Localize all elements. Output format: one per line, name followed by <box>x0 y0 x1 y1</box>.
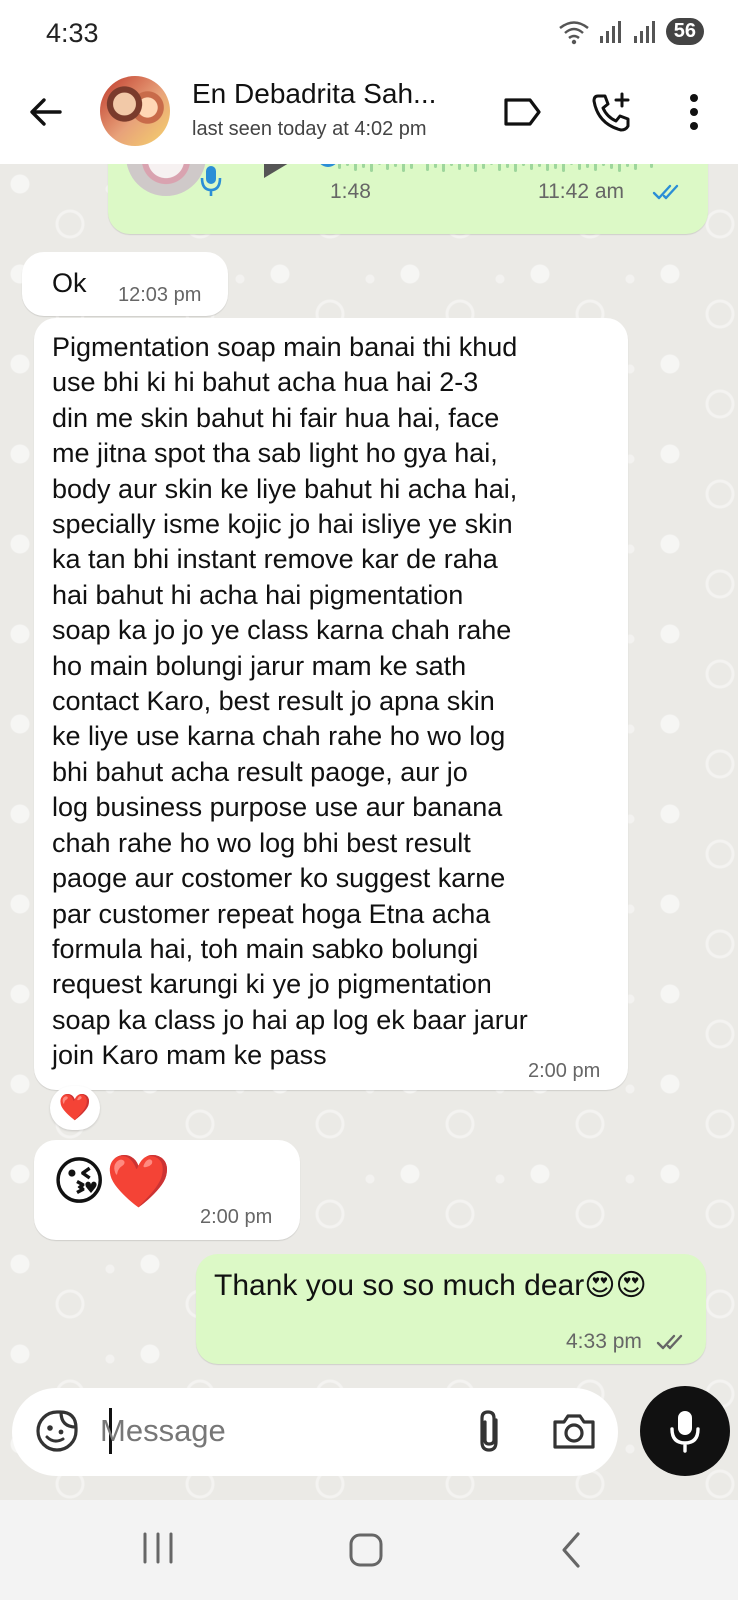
battery-indicator: 56 <box>665 18 704 45</box>
chat-area[interactable]: 1:48 11:42 am Ok 12:03 pm Pigmentation s… <box>0 164 738 1500</box>
microphone-icon <box>670 1411 700 1453</box>
audio-waveform[interactable] <box>330 164 738 172</box>
sticker-icon[interactable] <box>34 1408 80 1454</box>
read-receipt-icon <box>652 184 679 200</box>
contact-last-seen: last seen today at 4:02 pm <box>192 118 427 140</box>
status-icons: 56 <box>558 18 704 45</box>
microphone-badge-icon <box>200 166 222 196</box>
delivered-receipt-icon <box>656 1334 683 1350</box>
add-call-icon[interactable] <box>590 90 634 134</box>
heart-icon: ❤️ <box>58 1093 92 1123</box>
voice-duration: 1:48 <box>330 180 371 203</box>
emoji-message: 😘❤️ <box>52 1152 171 1212</box>
recent-apps-icon[interactable] <box>140 1530 176 1566</box>
home-icon[interactable] <box>346 1530 386 1570</box>
message-input[interactable] <box>100 1406 440 1456</box>
message-text: Pigmentation soap main banai thi khud us… <box>52 332 528 1071</box>
status-bar: 4:33 56 <box>0 0 738 66</box>
outgoing-message-bubble[interactable]: Thank you so so much dear😍😍 4:33 pm <box>196 1254 706 1364</box>
message-time: 2:00 pm <box>528 1060 601 1082</box>
message-time: 2:00 pm <box>200 1206 273 1228</box>
incoming-emoji-bubble[interactable]: 😘❤️ 2:00 pm <box>34 1140 300 1240</box>
signal-icon <box>599 20 621 43</box>
more-vert-icon[interactable] <box>672 90 716 134</box>
label-icon[interactable] <box>500 90 544 134</box>
camera-icon[interactable] <box>550 1410 598 1452</box>
arrow-left-icon[interactable] <box>26 92 66 132</box>
contact-name[interactable]: En Debadrita Sah... <box>192 78 436 110</box>
contact-avatar[interactable] <box>100 76 170 146</box>
message-text: Thank you so so much dear😍😍 <box>214 1269 647 1302</box>
paperclip-icon[interactable] <box>472 1406 506 1456</box>
voice-message-bubble[interactable]: 1:48 11:42 am <box>108 164 708 234</box>
message-time: 11:42 am <box>538 180 624 203</box>
message-composer <box>12 1388 618 1476</box>
signal-icon-2 <box>633 20 655 43</box>
system-nav-bar <box>0 1500 738 1600</box>
sender-avatar <box>126 164 206 196</box>
wifi-icon <box>558 20 589 44</box>
message-time: 4:33 pm <box>566 1330 642 1353</box>
incoming-message-bubble[interactable]: Ok 12:03 pm <box>22 252 228 316</box>
message-text: Ok <box>52 268 87 298</box>
incoming-message-bubble-long[interactable]: Pigmentation soap main banai thi khud us… <box>34 318 628 1090</box>
chat-header: En Debadrita Sah... last seen today at 4… <box>0 66 738 164</box>
back-nav-icon[interactable] <box>556 1530 586 1570</box>
microphone-button[interactable] <box>640 1386 730 1476</box>
play-icon[interactable] <box>258 164 298 180</box>
heart-reaction[interactable]: ❤️ <box>50 1086 100 1130</box>
status-time: 4:33 <box>46 18 99 48</box>
message-time: 12:03 pm <box>118 284 202 306</box>
